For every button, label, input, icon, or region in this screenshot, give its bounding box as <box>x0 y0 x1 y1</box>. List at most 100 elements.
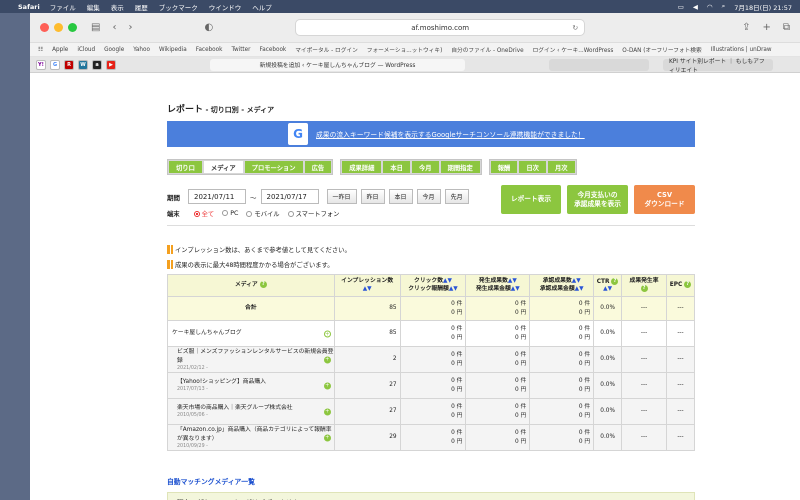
this-month-button[interactable]: 今月 <box>416 189 441 204</box>
tab-result-detail[interactable]: 成果詳細 <box>342 161 382 173</box>
bookmark-item[interactable]: マイポータル - ログイン <box>295 45 358 54</box>
bookmark-item[interactable]: Wikipedia <box>159 47 187 53</box>
paid-line2: 承認成果を表示 <box>574 199 621 208</box>
header-approved[interactable]: 承認成果数▲▼ 承認成果金額▲▼ <box>529 274 595 297</box>
pinned-tab-google[interactable]: G <box>50 59 60 70</box>
automatch-link[interactable]: 自動マッチングメディア一覧 <box>167 476 255 486</box>
banner-link[interactable]: 成果の流入キーワード候補を表示するGoogleサーチコンソール連携機能ができまし… <box>316 129 585 139</box>
menu-history[interactable]: 履歴 <box>135 2 148 12</box>
back-icon[interactable]: ‹ <box>112 22 116 33</box>
paid-line1: 今月支払いの <box>577 190 618 199</box>
menu-help[interactable]: ヘルプ <box>252 2 272 12</box>
new-tab-icon[interactable]: + <box>762 22 770 33</box>
tab-overview-icon[interactable]: ⧉ <box>783 22 790 33</box>
wifi-icon[interactable]: ◠ <box>707 3 713 11</box>
volume-icon[interactable]: ◀ <box>693 3 698 11</box>
menubar-app-name[interactable]: Safari <box>18 3 40 11</box>
radio-mobile[interactable]: モバイル <box>246 209 280 218</box>
search-icon[interactable]: ⌕ <box>722 2 726 11</box>
cell-epc: --- <box>665 398 696 425</box>
yesterday-button[interactable]: 昨日 <box>360 189 385 204</box>
header-epc[interactable]: EPC ? <box>665 274 696 297</box>
bookmarks-grid-icon[interactable]: ☷ <box>38 47 43 53</box>
header-occurred[interactable]: 発生成果数▲▼ 発生成果金額▲▼ <box>465 274 531 297</box>
shield-icon[interactable]: ◐ <box>204 22 213 33</box>
menu-window[interactable]: ウインドウ <box>209 2 242 12</box>
tab-kpi-report[interactable]: KPI サイト別レポート ｜ もしもアフィリエイト <box>663 58 773 74</box>
radio-pc[interactable]: PC <box>222 210 238 217</box>
header-impressions[interactable]: インプレッション数 ▲▼ <box>333 274 401 297</box>
date-to-input[interactable]: 2021/07/17 <box>260 189 319 204</box>
total-occurred: 0 件0 円 <box>465 296 531 321</box>
tab-ad[interactable]: 広告 <box>304 161 332 173</box>
clock[interactable]: 7月18日(日) 21:57 <box>734 2 792 12</box>
tab-today[interactable]: 本日 <box>383 161 410 173</box>
forward-icon[interactable]: › <box>128 22 132 33</box>
header-media[interactable]: メディア ? <box>167 274 335 297</box>
zoom-window-button[interactable] <box>68 23 77 32</box>
status-tab-group: 成果詳細 本日 今月 期間指定 <box>340 159 482 175</box>
total-impressions: 85 <box>333 296 401 321</box>
bookmark-item[interactable]: Illustrations | unDraw <box>711 47 772 53</box>
reload-icon[interactable]: ↻ <box>572 24 578 32</box>
bookmark-item[interactable]: Facebook <box>260 47 287 53</box>
show-paid-results-button[interactable]: 今月支払いの 承認成果を表示 <box>567 185 628 214</box>
pinned-tab-rakuten[interactable]: R <box>64 59 74 70</box>
bookmark-item[interactable]: Apple <box>52 47 68 53</box>
date-from-input[interactable]: 2021/07/11 <box>188 189 246 204</box>
pinned-tab-amazon[interactable]: a <box>92 59 102 70</box>
notice-impressions: インプレッション数は、あくまで参考値として見てください。 <box>167 245 351 254</box>
tab-reward[interactable]: 報酬 <box>490 161 518 173</box>
show-report-button[interactable]: レポート表示 <box>501 185 561 214</box>
header-clicks[interactable]: クリック数▲▼ クリック報酬額▲▼ <box>399 274 467 297</box>
close-window-button[interactable] <box>40 23 49 32</box>
tab-this-month[interactable]: 今月 <box>411 161 439 173</box>
display-icon[interactable]: ▭ <box>678 3 684 11</box>
menu-edit[interactable]: 編集 <box>87 2 100 12</box>
media-name-cell[interactable]: 楽天市場の商品購入｜楽天グループ株式会社 2010/05/06 - + <box>167 398 335 425</box>
cell-impressions: 29 <box>333 424 401 451</box>
bookmark-item[interactable]: ログイン ‹ ケーキ...WordPress <box>533 45 614 54</box>
pinned-tab-yahoo[interactable]: Y! <box>36 59 46 70</box>
sidebar-icon[interactable]: ▤ <box>91 22 100 33</box>
tab-media[interactable]: メディア <box>203 161 243 173</box>
cell-occurred: 0 件0 円 <box>465 320 531 347</box>
menu-view[interactable]: 表示 <box>111 2 124 12</box>
bookmark-item[interactable]: フォーメーショ...ットウィキ) <box>367 45 443 54</box>
last-month-button[interactable]: 先月 <box>444 189 469 204</box>
header-rate[interactable]: 成果発生率? <box>621 274 667 297</box>
tab-wordpress-new-post[interactable]: 新規投稿を追加 ‹ ケーキ屋しんちゃんブログ — WordPress <box>210 58 465 71</box>
tab-promotion[interactable]: プロモーション <box>244 161 303 173</box>
media-name-cell[interactable]: 【Yahoo!ショッピング】商品購入 2017/07/13 - + <box>167 372 335 399</box>
tab-daily[interactable]: 日次 <box>519 161 546 173</box>
bookmark-item[interactable]: Facebook <box>196 47 223 53</box>
pinned-tab-wordpress[interactable]: W <box>78 59 88 70</box>
bookmark-item[interactable]: Yahoo <box>133 47 150 53</box>
tab-custom-period[interactable]: 期間指定 <box>440 161 480 173</box>
search-console-banner[interactable]: G 成果の流入キーワード候補を表示するGoogleサーチコンソール連携機能ができ… <box>167 121 695 147</box>
csv-download-button[interactable]: CSV ダウンロード <box>634 185 695 214</box>
media-name-cell[interactable]: ビズ服｜メンズファッションレンタルサービスの新規会員登録 2021/02/12 -… <box>167 346 335 373</box>
pinned-tab-youtube[interactable]: ▶ <box>106 59 116 70</box>
share-icon[interactable]: ⇪ <box>742 22 750 33</box>
bookmark-item[interactable]: iCloud <box>77 47 95 53</box>
menu-file[interactable]: ファイル <box>50 2 76 12</box>
bookmark-item[interactable]: Google <box>104 47 124 53</box>
table-row: ケーキ屋しんちゃんブログ + 85 0 件0 円 0 件0 円 0 件0 円 0.… <box>167 320 696 347</box>
bookmark-item[interactable]: 自分のファイル - OneDrive <box>451 45 523 54</box>
tab-kiriguchi[interactable]: 切り口 <box>169 161 202 173</box>
radio-smartphone[interactable]: スマートフォン <box>287 209 339 218</box>
tab-blank[interactable] <box>549 58 649 71</box>
day-before-yesterday-button[interactable]: 一昨日 <box>326 189 357 204</box>
address-bar[interactable]: af.moshimo.com ↻ <box>295 19 586 36</box>
bookmark-item[interactable]: O-DAN (オーフリーフォト検索 <box>622 45 701 54</box>
menu-bookmarks[interactable]: ブックマーク <box>159 2 198 12</box>
tab-monthly[interactable]: 月次 <box>547 161 575 173</box>
today-button[interactable]: 本日 <box>388 189 413 204</box>
media-name-cell[interactable]: ケーキ屋しんちゃんブログ + <box>167 320 335 347</box>
minimize-window-button[interactable] <box>54 23 63 32</box>
header-ctr[interactable]: CTR ? ▲▼ <box>593 274 623 297</box>
media-name-cell[interactable]: 「Amazon.co.jp」商品購入（商品カテゴリによって報酬率が異なります） 2… <box>167 424 335 451</box>
bookmark-item[interactable]: Twitter <box>231 47 250 53</box>
radio-all[interactable]: 全て <box>193 209 214 218</box>
